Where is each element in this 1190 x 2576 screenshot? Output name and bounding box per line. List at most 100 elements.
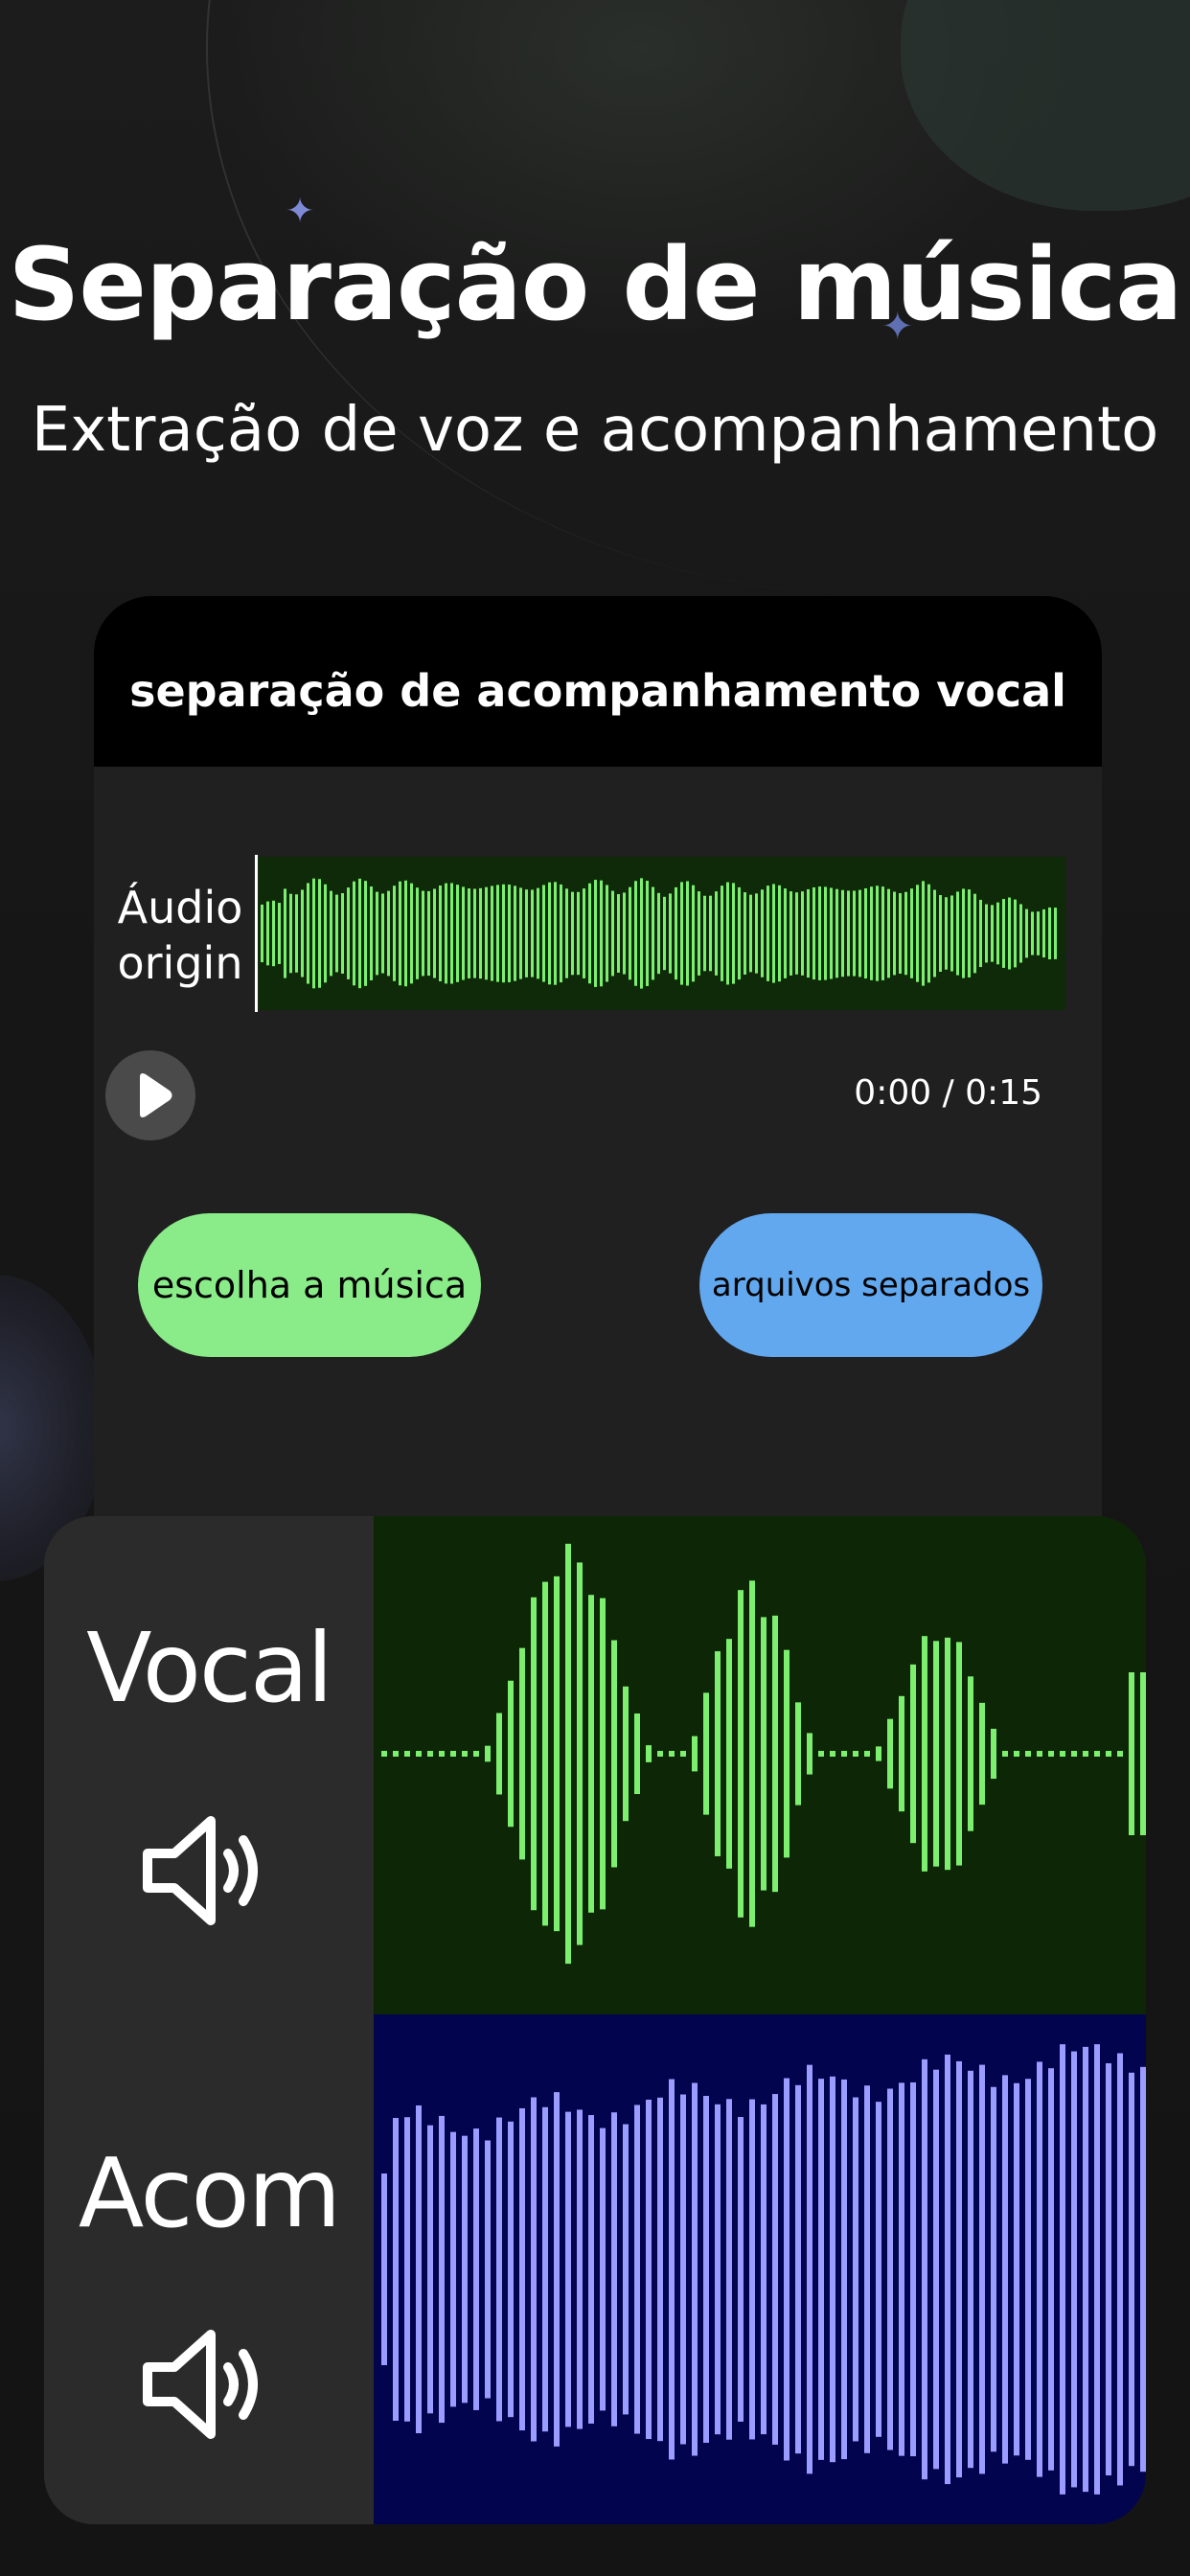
waveform-bar: [640, 878, 643, 989]
waveform-bar: [692, 885, 695, 982]
waveform-bar: [473, 1751, 479, 1757]
original-waveform[interactable]: [257, 857, 1065, 1010]
waveform-bar: [462, 2135, 468, 2404]
waveform-bar: [738, 1590, 744, 1918]
waveform-bar: [496, 2117, 502, 2422]
waveform-bar: [692, 2082, 698, 2456]
separated-tracks-panel: Vocal Acom: [44, 1516, 1146, 2524]
waveform-bar: [709, 895, 712, 972]
waveform-bar: [922, 2058, 927, 2480]
waveform-bar: [669, 2079, 675, 2460]
waveform-bar: [778, 885, 781, 982]
waveform-bar: [870, 886, 873, 980]
waveform-bar: [991, 2086, 996, 2452]
waveform-bar: [968, 1676, 973, 1831]
waveform-bar: [393, 886, 396, 981]
waveform-bar: [761, 1617, 767, 1891]
waveform-bar: [979, 2064, 985, 2474]
play-button[interactable]: [105, 1050, 195, 1140]
waveform-bar: [887, 2088, 893, 2450]
waveform-bar: [749, 1580, 755, 1927]
waveform-bar: [381, 893, 384, 974]
waveform-bar: [675, 886, 677, 980]
waveform-bar: [646, 1745, 652, 1762]
playhead[interactable]: [255, 855, 258, 1012]
waveform-bar: [698, 891, 700, 976]
waveform-bar: [790, 891, 792, 976]
waveform-bar: [634, 2104, 640, 2434]
waveform-bar: [485, 2140, 491, 2399]
waveform-bar: [807, 888, 810, 978]
waveform-bar: [1048, 907, 1051, 960]
waveform-bar: [1025, 2079, 1031, 2460]
waveform-bar: [887, 1718, 893, 1789]
waveform-bar: [479, 887, 482, 979]
waveform-bar: [519, 887, 522, 979]
waveform-bar: [945, 2054, 950, 2485]
accompaniment-waveform[interactable]: [374, 2014, 1146, 2524]
waveform-bar: [858, 889, 861, 978]
waveform-bar: [496, 1713, 502, 1795]
waveform-bar: [508, 2121, 514, 2418]
waveform-bar: [761, 2104, 767, 2435]
waveform-bar: [381, 2174, 387, 2365]
waveform-bar: [991, 905, 994, 962]
waveform-bar: [525, 889, 528, 978]
waveform-bar: [1014, 2082, 1019, 2456]
waveform-bar: [491, 886, 493, 981]
waveform-bar: [703, 2096, 709, 2443]
waveform-bar: [416, 887, 419, 979]
waveform-bar: [611, 1640, 617, 1868]
waveform-bar: [853, 890, 856, 977]
waveform-bar: [623, 2124, 629, 2415]
waveform-bar: [922, 1636, 927, 1872]
waveform-bar: [370, 886, 373, 980]
accompaniment-waveform-bars: [381, 2044, 1146, 2495]
choose-music-button[interactable]: escolha a música: [138, 1213, 481, 1357]
waveform-bar: [347, 887, 350, 979]
waveform-bar: [542, 1581, 548, 1926]
waveform-bar: [818, 1751, 824, 1757]
waveform-bar: [686, 881, 689, 986]
waveform-bar: [1002, 1751, 1008, 1757]
original-waveform-bars: [261, 878, 1057, 989]
waveform-bar: [968, 889, 971, 978]
waveform-bar: [606, 885, 608, 982]
tracks-sidebar: Vocal Acom: [44, 1516, 374, 2524]
vocal-waveform[interactable]: [374, 1516, 1146, 2014]
waveform-bar: [830, 2076, 835, 2463]
waveform-bar: [979, 1702, 985, 1806]
waveform-bar: [841, 2079, 847, 2460]
waveform-bar: [548, 882, 551, 985]
waveform-bar: [841, 889, 844, 978]
waveform-bar: [910, 2082, 916, 2457]
waveform-bar: [1031, 911, 1034, 955]
waveform-bar: [1042, 908, 1045, 958]
waveform-bar: [864, 1751, 870, 1757]
waveform-bar: [864, 887, 867, 979]
waveform-bar: [899, 1695, 904, 1812]
waveform-bar: [669, 893, 672, 974]
waveform-bar: [939, 894, 942, 973]
waveform-bar: [1014, 1751, 1019, 1757]
speaker-volume-icon[interactable]: [123, 2308, 276, 2461]
waveform-bar: [427, 2125, 433, 2414]
waveform-bar: [830, 1751, 835, 1757]
waveform-bar: [841, 1751, 847, 1757]
waveform-bar: [795, 1702, 801, 1806]
waveform-bar: [272, 900, 275, 967]
waveform-bar: [726, 882, 729, 985]
separated-files-button[interactable]: arquivos separados: [699, 1213, 1042, 1357]
waveform-bar: [611, 890, 614, 977]
waveform-bar: [439, 2115, 445, 2424]
waveform-bar: [801, 891, 804, 976]
waveform-bar: [462, 886, 465, 980]
waveform-bar: [353, 881, 355, 986]
waveform-bar: [933, 889, 936, 978]
waveform-bar: [956, 891, 959, 976]
waveform-bar: [445, 883, 447, 984]
waveform-bar: [663, 896, 666, 971]
speaker-volume-icon[interactable]: [123, 1794, 276, 1947]
waveform-bar: [922, 881, 925, 986]
hero-subtitle: Extração de voz e acompanhamento: [31, 395, 1159, 466]
